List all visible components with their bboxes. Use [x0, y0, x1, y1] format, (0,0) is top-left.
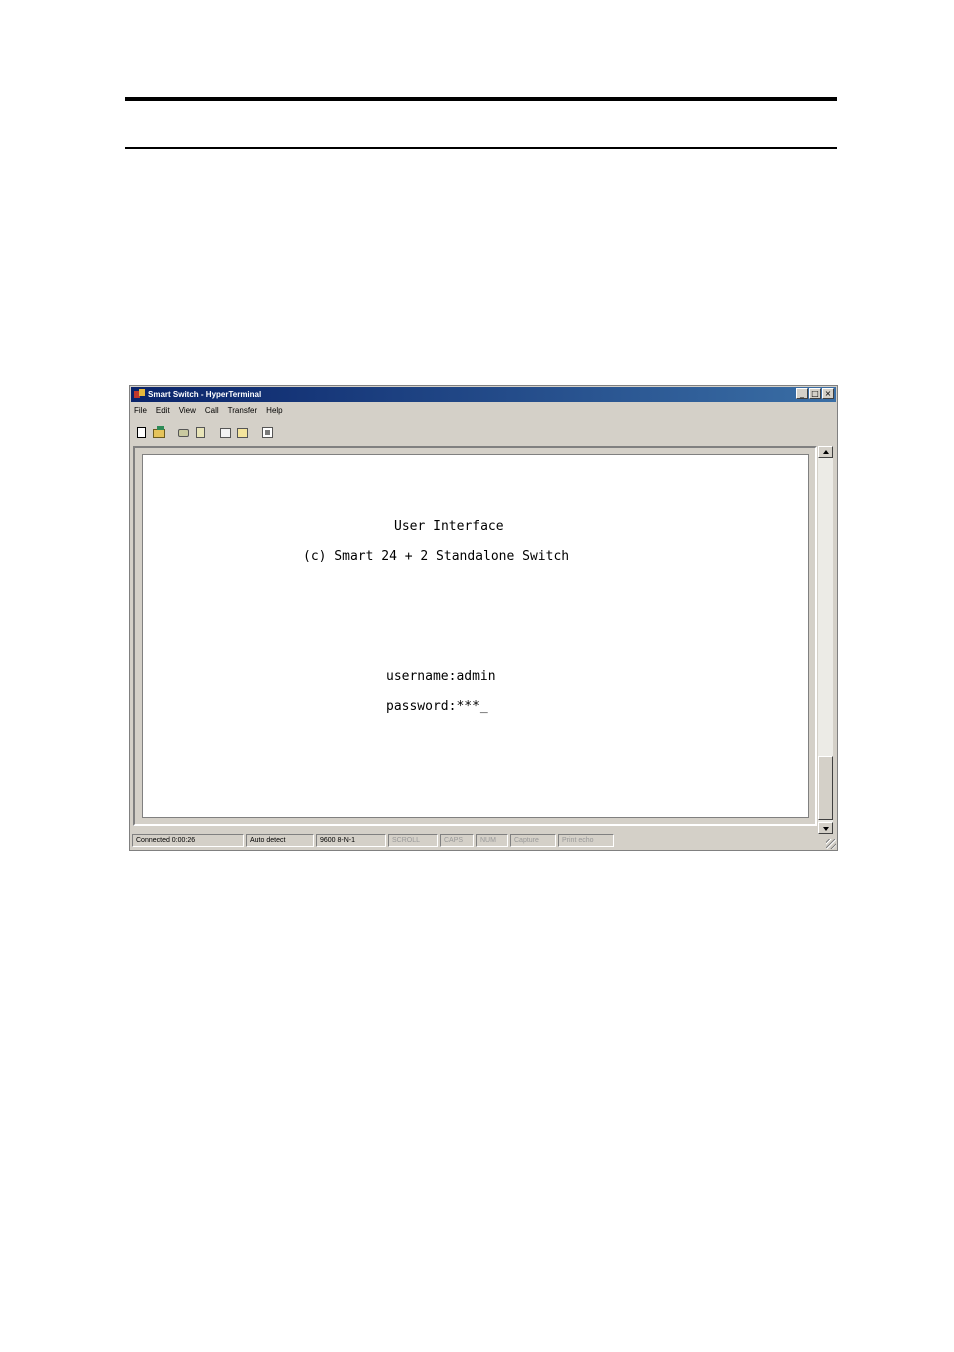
properties-icon[interactable]: [260, 425, 275, 440]
terminal-screen[interactable]: User Interface (c) Smart 24 + 2 Standalo…: [142, 454, 809, 818]
menu-bar: File Edit View Call Transfer Help: [134, 404, 283, 417]
open-folder-icon[interactable]: [151, 425, 166, 440]
vertical-scrollbar[interactable]: [818, 446, 833, 834]
menu-edit[interactable]: Edit: [156, 406, 170, 415]
resize-grip-icon[interactable]: [826, 839, 836, 849]
status-print-echo: Print echo: [558, 834, 614, 847]
scrollbar-thumb[interactable]: [818, 756, 833, 820]
header-rule-thick: [125, 97, 837, 101]
scroll-down-button[interactable]: [818, 822, 833, 834]
scroll-up-button[interactable]: [818, 446, 833, 458]
status-bar: Connected 0:00:26 Auto detect 9600 8-N-1…: [132, 834, 835, 848]
status-num: NUM: [476, 834, 508, 847]
status-scroll: SCROLL: [388, 834, 438, 847]
toolbar: [134, 422, 275, 442]
menu-call[interactable]: Call: [205, 406, 219, 415]
terminal-heading: User Interface: [394, 519, 504, 534]
menu-transfer[interactable]: Transfer: [228, 406, 258, 415]
terminal-subheading: (c) Smart 24 + 2 Standalone Switch: [303, 549, 570, 564]
arrow-up-icon: [823, 450, 829, 454]
status-capture: Capture: [510, 834, 556, 847]
minimize-button[interactable]: _: [796, 388, 808, 399]
title-bar[interactable]: Smart Switch - HyperTerminal _ □ ×: [131, 387, 836, 402]
status-connected: Connected 0:00:26: [132, 834, 244, 847]
hyperterminal-app-icon[interactable]: [134, 389, 145, 400]
window-title: Smart Switch - HyperTerminal: [148, 390, 262, 399]
window-controls: _ □ ×: [796, 388, 834, 399]
close-button[interactable]: ×: [822, 388, 834, 399]
status-detect: Auto detect: [246, 834, 314, 847]
username-prompt[interactable]: username:admin: [386, 669, 496, 684]
header-rule-thin: [125, 147, 837, 149]
terminal-frame: User Interface (c) Smart 24 + 2 Standalo…: [133, 446, 817, 826]
menu-file[interactable]: File: [134, 406, 147, 415]
menu-view[interactable]: View: [179, 406, 196, 415]
disconnect-icon[interactable]: [193, 425, 208, 440]
password-prompt[interactable]: password:***_: [386, 699, 488, 714]
connect-icon[interactable]: [176, 425, 191, 440]
maximize-button[interactable]: □: [809, 388, 821, 399]
receive-file-icon[interactable]: [235, 425, 250, 440]
hyperterminal-window: Smart Switch - HyperTerminal _ □ × File …: [129, 385, 838, 851]
menu-help[interactable]: Help: [266, 406, 282, 415]
status-settings: 9600 8-N-1: [316, 834, 386, 847]
new-document-icon[interactable]: [134, 425, 149, 440]
send-file-icon[interactable]: [218, 425, 233, 440]
arrow-down-icon: [823, 827, 829, 831]
status-caps: CAPS: [440, 834, 474, 847]
